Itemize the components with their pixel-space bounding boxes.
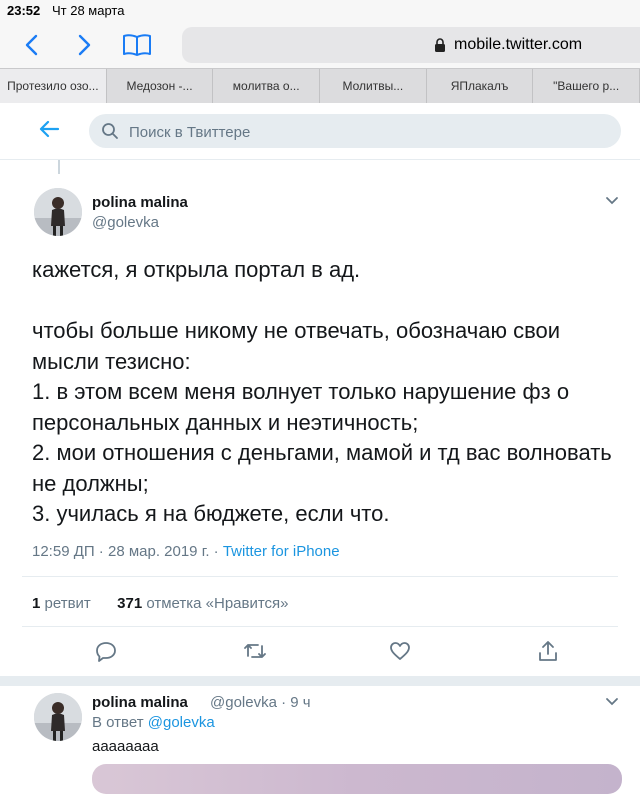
- thread-line: [58, 160, 60, 174]
- status-date: Чт 28 марта: [52, 3, 125, 18]
- reply-avatar[interactable]: [34, 693, 82, 741]
- tweet-stats: 1 ретвит 371 отметка «Нравится»: [32, 595, 289, 612]
- tab-item[interactable]: Медозон -...: [107, 69, 214, 103]
- retweet-icon[interactable]: [243, 640, 267, 662]
- avatar-image: [34, 693, 82, 741]
- share-icon[interactable]: [537, 640, 559, 662]
- address-bar[interactable]: mobile.twitter.com: [182, 27, 640, 63]
- back-icon: [25, 34, 38, 56]
- tab-item[interactable]: молитва о...: [213, 69, 321, 103]
- reply-icon[interactable]: [95, 640, 117, 662]
- reply-to-line: В ответ @golevka: [92, 714, 215, 731]
- avatar[interactable]: [34, 188, 82, 236]
- search-input[interactable]: [127, 114, 611, 150]
- likes-count: 371: [117, 595, 143, 612]
- likes-label: отметка «Нравится»: [142, 595, 289, 612]
- likes-stat[interactable]: 371 отметка «Нравится»: [117, 595, 288, 612]
- browser-toolbar: mobile.twitter.com: [0, 22, 640, 68]
- search-icon: [102, 123, 118, 139]
- retweets-stat[interactable]: 1 ретвит: [32, 595, 91, 612]
- tweet-text: кажется, я открыла портал в ад. чтобы бо…: [32, 257, 612, 526]
- divider: [22, 626, 618, 627]
- reply-to-handle-link[interactable]: @golevka: [148, 714, 215, 731]
- chevron-down-icon[interactable]: [605, 697, 619, 707]
- tweet-author-name[interactable]: polina malina: [92, 194, 188, 211]
- reply-text: аааааааа: [92, 738, 159, 755]
- search-box: [89, 114, 621, 150]
- reply-handle-time: @golevka · 9 ч: [210, 694, 311, 711]
- like-icon[interactable]: [389, 640, 411, 662]
- twitter-back-button[interactable]: [38, 119, 60, 144]
- tab-item[interactable]: Протезило озо...: [0, 69, 107, 103]
- chevron-down-icon[interactable]: [605, 196, 619, 206]
- tweet-meta: 12:59 ДП · 28 мар. 2019 г. · Twitter for…: [32, 543, 340, 560]
- back-button[interactable]: [16, 30, 46, 60]
- reply-to-prefix: В ответ: [92, 714, 148, 731]
- status-time: 23:52: [7, 3, 41, 18]
- forward-button[interactable]: [70, 30, 100, 60]
- tab-item[interactable]: Молитвы...: [320, 69, 427, 103]
- status-bar: 23:52 Чт 28 марта: [0, 0, 640, 22]
- tweet-source-link[interactable]: Twitter for iPhone: [223, 543, 340, 560]
- tab-item[interactable]: ЯПлакалъ: [427, 69, 534, 103]
- tab-bar: Протезило озо... Медозон -... молитва о.…: [0, 68, 640, 104]
- avatar-image: [34, 188, 82, 236]
- arrow-left-icon: [39, 120, 60, 138]
- divider: [22, 576, 618, 577]
- reply-author-name[interactable]: polina malina: [92, 694, 188, 711]
- url-text: mobile.twitter.com: [454, 36, 583, 53]
- tab-item[interactable]: "Вашего р...: [533, 69, 640, 103]
- tweet-separator: [0, 676, 640, 686]
- bookmarks-icon: [123, 34, 151, 56]
- tweet-author-handle[interactable]: @golevka: [92, 214, 159, 231]
- forward-icon: [78, 34, 91, 56]
- retweets-label: ретвит: [40, 595, 91, 612]
- bookmarks-button[interactable]: [122, 30, 152, 60]
- lock-icon: [435, 38, 445, 52]
- tweet-timestamp: 12:59 ДП · 28 мар. 2019 г. ·: [32, 543, 223, 560]
- reply-media-preview[interactable]: [92, 764, 622, 794]
- twitter-header: [0, 103, 640, 160]
